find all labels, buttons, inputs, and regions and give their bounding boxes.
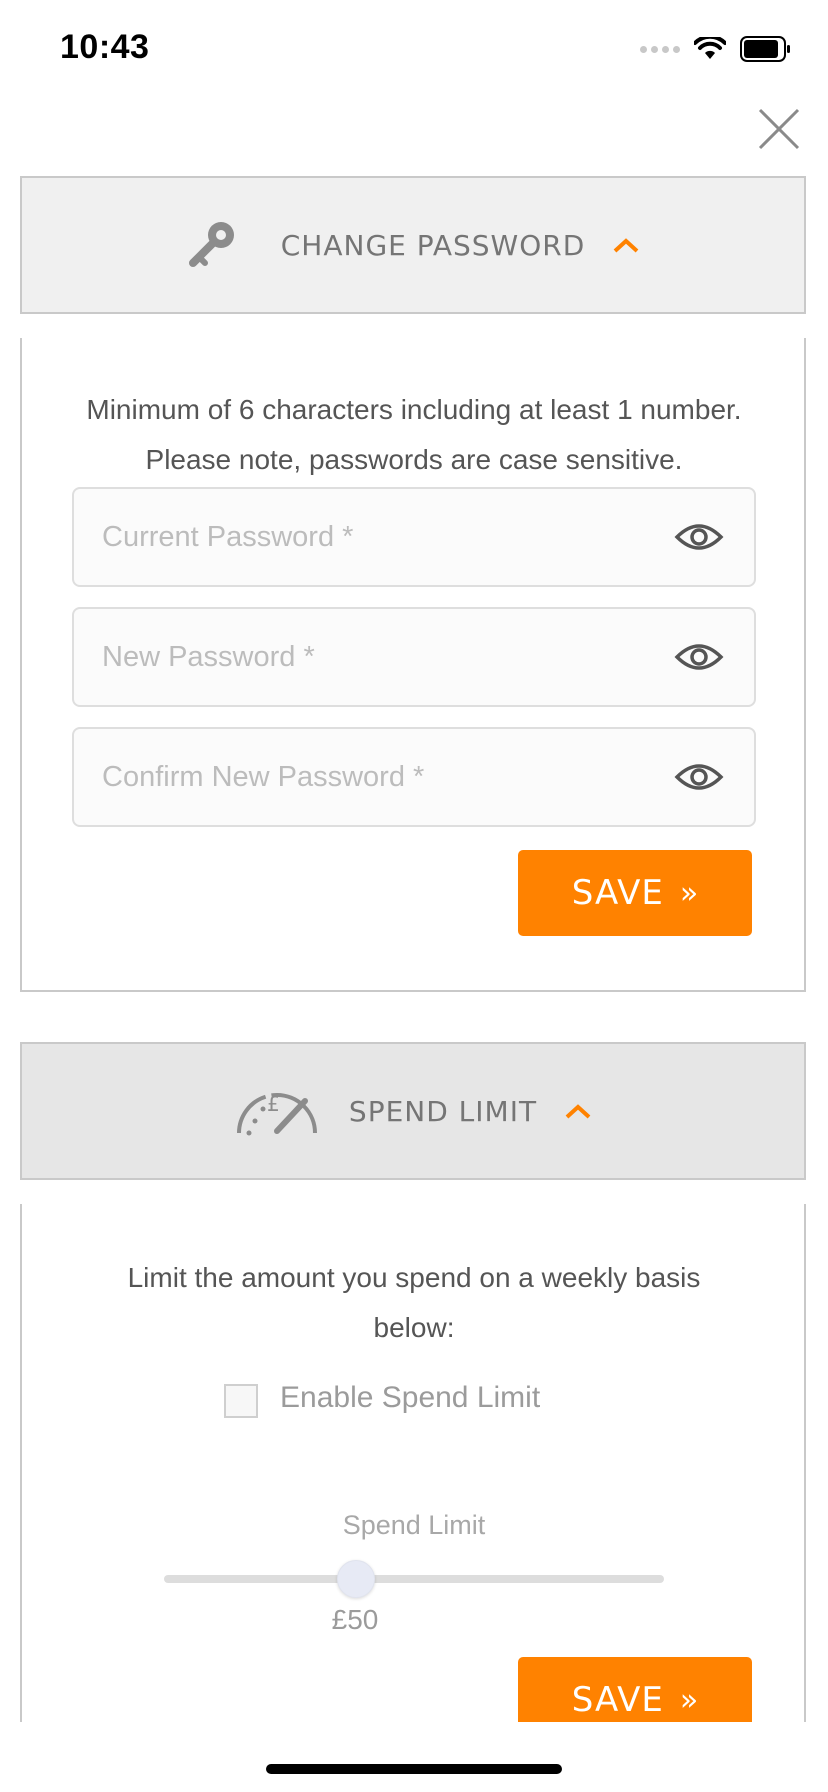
- password-requirements-text: Minimum of 6 characters including at lea…: [86, 394, 742, 475]
- battery-icon: [740, 36, 790, 62]
- chevron-up-icon[interactable]: [611, 235, 641, 255]
- chevron-up-icon[interactable]: [563, 1101, 593, 1121]
- bottom-safe-area: [0, 1722, 828, 1792]
- confirm-password-input[interactable]: [102, 729, 662, 825]
- eye-icon[interactable]: [674, 517, 724, 557]
- save-label: SAVE: [571, 1680, 664, 1720]
- speedometer-pound-icon: £: [236, 1092, 317, 1136]
- new-password-field[interactable]: [72, 607, 756, 707]
- key-icon: [188, 222, 234, 267]
- eye-icon[interactable]: [674, 637, 724, 677]
- change-password-header[interactable]: CHANGE PASSWORD: [20, 176, 806, 314]
- spend-limit-description: Limit the amount you spend on a weekly b…: [127, 1262, 701, 1343]
- wifi-icon: [694, 37, 726, 59]
- current-password-input[interactable]: [102, 489, 662, 585]
- double-chevron-right-icon: »: [679, 875, 699, 911]
- new-password-input[interactable]: [102, 609, 662, 705]
- eye-icon[interactable]: [674, 757, 724, 797]
- confirm-password-field[interactable]: [72, 727, 756, 827]
- enable-spend-limit-checkbox[interactable]: [224, 1384, 258, 1418]
- enable-spend-limit-label: Enable Spend Limit: [280, 1381, 541, 1414]
- svg-text:£: £: [267, 1092, 280, 1116]
- status-icons: [640, 34, 792, 64]
- change-password-title: CHANGE PASSWORD: [280, 228, 586, 262]
- spend-limit-slider-thumb[interactable]: [337, 1560, 375, 1598]
- close-icon[interactable]: [756, 106, 802, 152]
- spend-limit-slider-title: Spend Limit: [342, 1510, 486, 1540]
- current-password-field[interactable]: [72, 487, 756, 587]
- signal-icon: [640, 45, 680, 53]
- home-indicator[interactable]: [266, 1764, 562, 1774]
- spend-limit-value: £50: [331, 1604, 379, 1635]
- save-password-button[interactable]: SAVE »: [518, 850, 752, 936]
- spend-limit-slider-track[interactable]: [164, 1575, 664, 1583]
- spend-limit-header[interactable]: £ SPEND LIMIT: [20, 1042, 806, 1180]
- double-chevron-right-icon: »: [679, 1682, 699, 1718]
- save-label: SAVE: [571, 873, 664, 913]
- spend-limit-title: SPEND LIMIT: [348, 1094, 538, 1128]
- status-time: 10:43: [60, 28, 150, 66]
